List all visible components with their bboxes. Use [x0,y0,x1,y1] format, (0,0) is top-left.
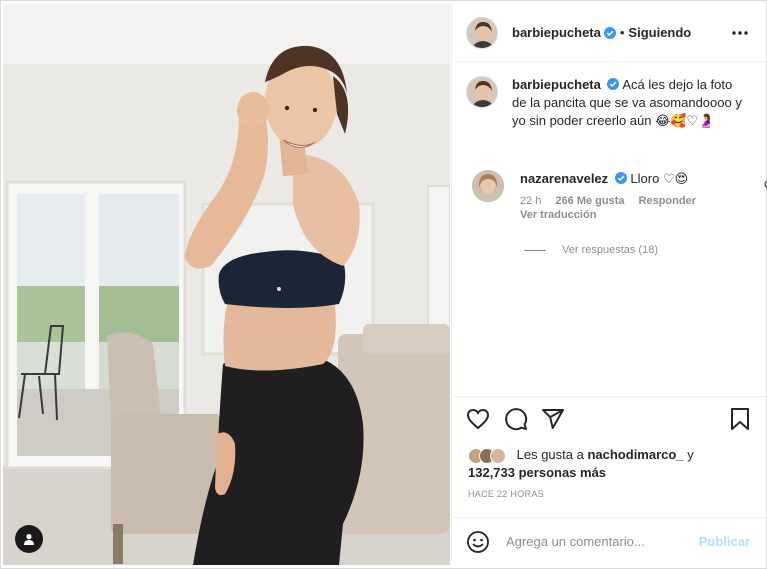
post-timestamp[interactable]: HACE 22 HORAS [468,489,544,499]
photo-illustration [3,4,450,565]
commenter-username[interactable]: nazarenavelez [520,171,608,186]
comment-icon[interactable] [504,407,528,431]
comment-input[interactable] [506,534,696,549]
comment-reply-button[interactable]: Responder [639,195,696,207]
likes-connector: y [687,447,694,462]
action-bar [452,396,766,436]
heart-icon[interactable] [466,407,490,431]
comment-item: nazarenavelez Lloro ♡😍 22 h 266 Me gusta R… [472,170,767,222]
author-username[interactable]: barbiepucheta [512,25,601,40]
replies-line [524,249,546,251]
commenter-avatar[interactable] [472,170,504,202]
verified-badge-icon [603,26,616,39]
user-tag-icon [24,534,34,545]
share-icon[interactable] [541,407,565,431]
caption-text-block: barbiepucheta Acá les dejo la foto de la… [512,76,748,130]
emoji-icon[interactable] [466,530,490,554]
likes-prefix: Les gusta a [516,447,584,462]
caption-username[interactable]: barbiepucheta [512,77,601,92]
comment-translate-button[interactable]: Ver traducción [520,209,596,221]
post-header: barbiepucheta • Siguiendo [452,4,766,62]
publish-button[interactable]: Publicar [699,534,750,549]
view-replies-label: Ver respuestas (18) [562,244,658,256]
likes-summary: Les gusta a nachodimarco_ y 132,733 pers… [468,446,758,481]
comment-time[interactable]: 22 h [520,195,541,207]
view-replies-button[interactable]: Ver respuestas (18) [524,244,658,256]
caption-author-avatar[interactable] [466,76,498,108]
comment-body: nazarenavelez Lloro ♡😍 22 h 266 Me gusta R… [520,170,710,222]
user-tag-button[interactable] [15,525,43,553]
post-side-panel: barbiepucheta • Siguiendo barbiepucheta … [451,4,767,565]
likes-count[interactable]: 132,733 personas más [468,465,606,480]
likes-user[interactable]: nachodimarco_ [587,447,683,462]
verified-badge-icon [607,78,620,90]
comment-text: Lloro ♡😍 [630,171,689,186]
header-separator: • [619,25,625,40]
comment-likes[interactable]: 266 Me gusta [555,195,624,207]
add-comment-bar: Publicar [452,517,766,565]
liker-avatars [468,447,506,464]
following-button[interactable]: Siguiendo [628,25,691,40]
comment-meta: 22 h 266 Me gusta Responder Ver traducción [520,194,710,222]
post-dialog: barbiepucheta • Siguiendo barbiepucheta … [0,0,767,569]
more-options-button[interactable] [728,24,752,42]
post-caption: barbiepucheta Acá les dejo la foto de la… [466,76,756,130]
post-photo[interactable] [3,4,450,565]
verified-badge-icon [614,172,627,184]
liker-avatar [490,447,506,464]
bookmark-icon[interactable] [728,407,752,431]
author-avatar[interactable] [466,16,498,49]
more-icon [732,31,748,35]
